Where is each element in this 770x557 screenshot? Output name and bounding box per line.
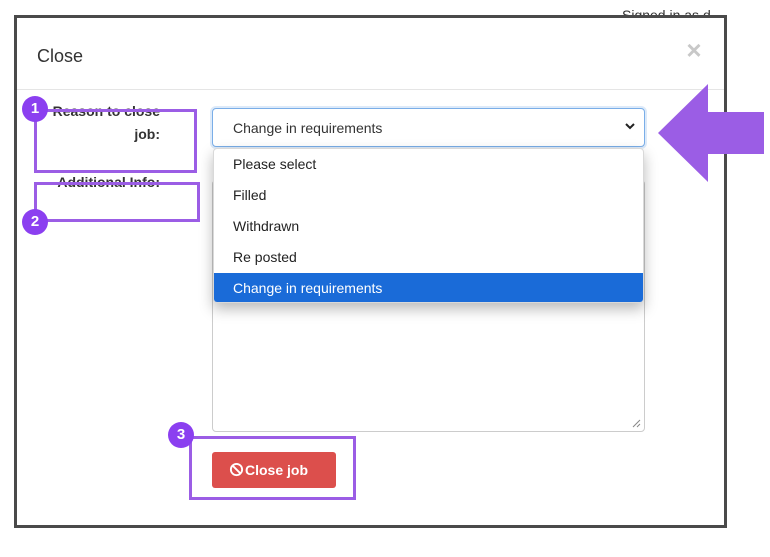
screenshot-frame-top (14, 15, 727, 18)
option-change-in-requirements[interactable]: Change in requirements (214, 273, 643, 302)
chevron-down-icon (625, 123, 635, 130)
screenshot-frame-bottom (14, 525, 727, 528)
step-badge-1: 1 (22, 96, 48, 122)
reason-select-value: Change in requirements (233, 120, 383, 136)
highlight-box-1 (34, 109, 197, 173)
option-withdrawn[interactable]: Withdrawn (214, 211, 643, 242)
option-please-select[interactable]: Please select (214, 149, 643, 180)
modal-header: Close × (17, 18, 724, 90)
resize-grip-icon[interactable] (632, 419, 641, 428)
pointer-arrow-icon (658, 84, 764, 182)
close-icon[interactable]: × (682, 37, 706, 63)
highlight-box-2 (34, 182, 200, 222)
reason-dropdown-list: Please select Filled Withdrawn Re posted… (213, 148, 644, 303)
highlight-box-3 (189, 436, 356, 500)
step-badge-2: 2 (22, 209, 48, 235)
screenshot-frame-left (14, 15, 17, 528)
step-badge-3: 3 (168, 422, 194, 448)
reason-select[interactable]: Change in requirements (212, 108, 645, 147)
option-re-posted[interactable]: Re posted (214, 242, 643, 273)
modal-title: Close (37, 46, 84, 66)
option-filled[interactable]: Filled (214, 180, 643, 211)
